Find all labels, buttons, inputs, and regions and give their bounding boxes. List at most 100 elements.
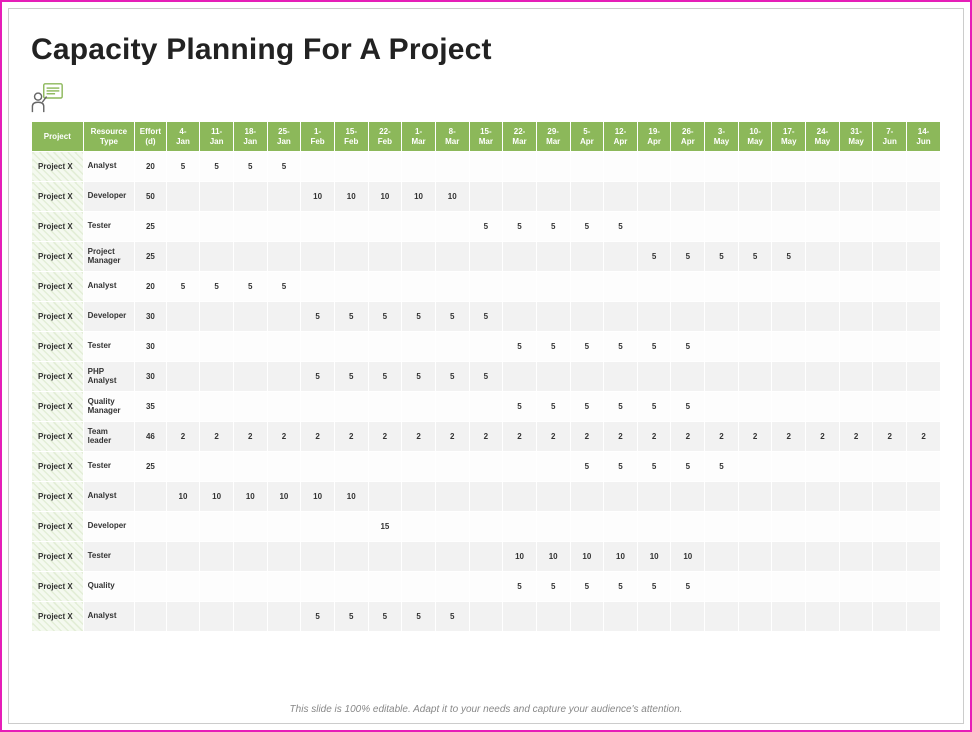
allocation-cell bbox=[806, 602, 840, 632]
allocation-cell bbox=[671, 182, 705, 212]
allocation-cell bbox=[738, 602, 772, 632]
allocation-cell bbox=[772, 452, 806, 482]
allocation-cell bbox=[402, 212, 436, 242]
allocation-cell bbox=[772, 362, 806, 392]
allocation-cell bbox=[671, 152, 705, 182]
allocation-cell bbox=[469, 452, 503, 482]
table-row: Project XAnalyst101010101010 bbox=[32, 482, 941, 512]
allocation-cell: 5 bbox=[435, 362, 469, 392]
header-date: 22-Mar bbox=[503, 122, 537, 152]
allocation-cell: 2 bbox=[907, 422, 941, 452]
allocation-cell bbox=[772, 602, 806, 632]
allocation-cell bbox=[907, 362, 941, 392]
allocation-cell bbox=[200, 182, 234, 212]
allocation-cell: 5 bbox=[166, 152, 200, 182]
outer-frame: Capacity Planning For A Project Project … bbox=[0, 0, 972, 732]
allocation-cell bbox=[705, 602, 739, 632]
allocation-cell: 5 bbox=[604, 212, 638, 242]
allocation-cell bbox=[368, 272, 402, 302]
allocation-cell: 10 bbox=[301, 182, 335, 212]
allocation-cell bbox=[301, 272, 335, 302]
allocation-cell bbox=[772, 542, 806, 572]
allocation-cell: 5 bbox=[637, 392, 671, 422]
allocation-cell bbox=[806, 302, 840, 332]
allocation-cell bbox=[334, 212, 368, 242]
allocation-cell bbox=[570, 182, 604, 212]
allocation-cell bbox=[435, 482, 469, 512]
allocation-cell bbox=[738, 212, 772, 242]
header-date: 12-Apr bbox=[604, 122, 638, 152]
allocation-cell: 2 bbox=[368, 422, 402, 452]
allocation-cell: 5 bbox=[604, 332, 638, 362]
resource-cell: Tester bbox=[83, 332, 135, 362]
allocation-cell bbox=[233, 212, 267, 242]
allocation-cell bbox=[637, 212, 671, 242]
allocation-cell bbox=[705, 332, 739, 362]
allocation-cell bbox=[435, 452, 469, 482]
allocation-cell bbox=[839, 512, 873, 542]
allocation-cell bbox=[402, 242, 436, 272]
allocation-cell: 2 bbox=[604, 422, 638, 452]
allocation-cell: 10 bbox=[368, 182, 402, 212]
allocation-cell bbox=[166, 572, 200, 602]
allocation-cell bbox=[604, 182, 638, 212]
allocation-cell bbox=[368, 482, 402, 512]
allocation-cell bbox=[200, 362, 234, 392]
allocation-cell: 5 bbox=[334, 602, 368, 632]
allocation-cell bbox=[469, 602, 503, 632]
allocation-cell bbox=[267, 212, 301, 242]
allocation-cell bbox=[200, 572, 234, 602]
allocation-cell bbox=[637, 152, 671, 182]
allocation-cell: 10 bbox=[570, 542, 604, 572]
resource-cell: Analyst bbox=[83, 152, 135, 182]
allocation-cell: 5 bbox=[536, 392, 570, 422]
allocation-cell: 10 bbox=[301, 482, 335, 512]
project-cell: Project X bbox=[32, 332, 84, 362]
allocation-cell bbox=[772, 512, 806, 542]
allocation-cell bbox=[334, 572, 368, 602]
allocation-cell bbox=[334, 452, 368, 482]
header-date: 15-Feb bbox=[334, 122, 368, 152]
allocation-cell bbox=[166, 242, 200, 272]
allocation-cell bbox=[435, 272, 469, 302]
allocation-cell bbox=[705, 272, 739, 302]
allocation-cell: 10 bbox=[267, 482, 301, 512]
allocation-cell: 5 bbox=[637, 332, 671, 362]
allocation-cell bbox=[873, 182, 907, 212]
allocation-cell bbox=[334, 272, 368, 302]
allocation-cell bbox=[402, 392, 436, 422]
allocation-cell bbox=[267, 572, 301, 602]
allocation-cell bbox=[671, 602, 705, 632]
allocation-cell bbox=[839, 242, 873, 272]
allocation-cell bbox=[671, 362, 705, 392]
allocation-cell bbox=[469, 542, 503, 572]
table-row: Project XDeveloper501010101010 bbox=[32, 182, 941, 212]
effort-cell: 25 bbox=[135, 212, 166, 242]
allocation-cell: 5 bbox=[402, 302, 436, 332]
header-date: 7-Jun bbox=[873, 122, 907, 152]
allocation-cell bbox=[738, 182, 772, 212]
allocation-cell bbox=[233, 302, 267, 332]
allocation-cell: 10 bbox=[334, 182, 368, 212]
allocation-cell: 5 bbox=[570, 212, 604, 242]
allocation-cell bbox=[772, 302, 806, 332]
allocation-cell bbox=[536, 152, 570, 182]
allocation-cell: 5 bbox=[368, 362, 402, 392]
allocation-cell bbox=[200, 332, 234, 362]
allocation-cell bbox=[233, 332, 267, 362]
allocation-cell bbox=[200, 212, 234, 242]
allocation-cell bbox=[705, 572, 739, 602]
table-row: Project XQuality555555 bbox=[32, 572, 941, 602]
allocation-cell bbox=[233, 512, 267, 542]
allocation-cell: 2 bbox=[772, 422, 806, 452]
allocation-cell: 5 bbox=[233, 272, 267, 302]
allocation-cell: 2 bbox=[301, 422, 335, 452]
allocation-cell: 5 bbox=[738, 242, 772, 272]
allocation-cell: 10 bbox=[536, 542, 570, 572]
effort-cell: 20 bbox=[135, 152, 166, 182]
allocation-cell bbox=[738, 392, 772, 422]
allocation-cell bbox=[839, 182, 873, 212]
allocation-cell bbox=[503, 512, 537, 542]
allocation-cell: 5 bbox=[301, 302, 335, 332]
resource-cell: Analyst bbox=[83, 272, 135, 302]
